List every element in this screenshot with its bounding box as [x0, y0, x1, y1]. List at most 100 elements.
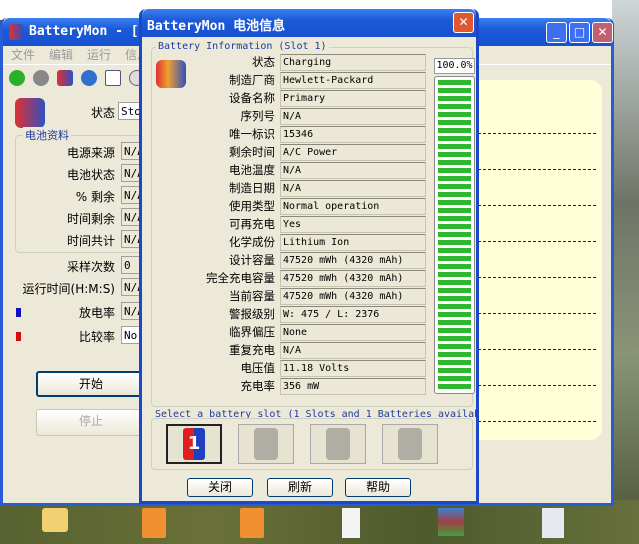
info-label: 临界偏压 [229, 325, 275, 339]
dialog-close-button[interactable]: ✕ [453, 12, 474, 33]
info-row: 制造日期 N/A [152, 180, 474, 197]
discharge-color-swatch [16, 308, 21, 317]
battery-info-label: 时间共计 [66, 234, 115, 248]
info-row: 重复充电 N/A [152, 342, 474, 359]
empty-slot-icon [254, 428, 278, 460]
battery-slot-4[interactable] [382, 424, 438, 464]
info-label: 完全充电容量 [206, 271, 275, 285]
battery-info-label: 时间剩余 [66, 212, 115, 226]
info-row: 序列号 N/A [152, 108, 474, 125]
battery-icon[interactable] [57, 70, 73, 86]
battery-info-label: 电池状态 [66, 168, 115, 182]
battery-slot-3[interactable] [310, 424, 366, 464]
refresh-button[interactable]: 刷新 [267, 478, 333, 497]
maximize-button[interactable]: □ [569, 22, 590, 43]
battery-info-label: 电源来源 [66, 146, 115, 160]
gear-info-icon[interactable] [81, 70, 97, 86]
dialog-titlebar[interactable]: BatteryMon 电池信息 [142, 9, 476, 37]
info-row: 充电率 356 mW [152, 378, 474, 395]
info-label: 制造日期 [229, 181, 275, 195]
stop-button[interactable]: 停止 [36, 409, 146, 436]
battery-icon [9, 24, 23, 40]
close-button[interactable]: ✕ [592, 22, 613, 43]
info-label: 状态 [252, 55, 275, 69]
battery-info-group-title: 电池资料 [23, 127, 71, 143]
battery-slot-1[interactable]: 1 [166, 424, 222, 464]
dialog-title: BatteryMon 电池信息 [147, 19, 286, 34]
battery-information-group: Battery Information (Slot 1) 状态 Charging 制… [151, 41, 475, 407]
group-title: Battery Information (Slot 1) [156, 41, 329, 52]
notepad-icon[interactable] [342, 508, 360, 538]
graph-gridline [478, 133, 596, 134]
info-label: 电池温度 [229, 163, 275, 177]
info-label: 唯一标识 [229, 127, 275, 141]
info-row: 唯一标识 15346 [152, 126, 474, 143]
info-row: 完全充电容量 47520 mWh (4320 mAh) [152, 270, 474, 287]
info-row: 电压值 11.18 Volts [152, 360, 474, 377]
info-row: 临界偏压 None [152, 324, 474, 341]
info-row: 使用类型 Normal operation [152, 198, 474, 215]
info-value: 47520 mWh (4320 mAh) [280, 252, 426, 269]
graph-gridline [478, 421, 596, 422]
desktop-icons [42, 508, 564, 538]
info-label: 序列号 [240, 109, 276, 123]
info-label: 充电率 [240, 379, 276, 393]
info-value: None [280, 324, 426, 341]
info-value: 47520 mWh (4320 mAh) [280, 288, 426, 305]
stat-label: 运行时间(H:M:S) [22, 282, 115, 296]
info-row: 可再充电 Yes [152, 216, 474, 233]
info-label: 设计容量 [229, 253, 275, 267]
stop-icon[interactable] [33, 70, 49, 86]
battery-info-label: % 剩余 [75, 190, 115, 204]
help-button[interactable]: 帮助 [345, 478, 411, 497]
info-row: 电池温度 N/A [152, 162, 474, 179]
info-value: Charging [280, 54, 426, 71]
png-file-icon[interactable] [142, 508, 166, 538]
graph-gridline [478, 169, 596, 170]
start-button[interactable]: 开始 [36, 371, 146, 397]
battery-slot-2[interactable] [238, 424, 294, 464]
info-row: 化学成份 Lithium Ion [152, 234, 474, 251]
folder-icon[interactable] [42, 508, 68, 532]
menu-run[interactable]: 运行 [87, 48, 111, 62]
battery-slot-icon: 1 [183, 428, 205, 460]
main-title: BatteryMon - [ [29, 24, 139, 39]
info-label: 剩余时间 [229, 145, 275, 159]
close-dialog-button[interactable]: 关闭 [187, 478, 253, 497]
graph-gridline [478, 277, 596, 278]
info-label: 制造厂商 [229, 73, 275, 87]
config-file-icon[interactable] [542, 508, 564, 538]
info-label: 可再充电 [229, 217, 275, 231]
info-label: 化学成份 [229, 235, 275, 249]
minimize-button[interactable]: _ [546, 22, 567, 43]
battery-info-dialog: BatteryMon 电池信息 ✕ Battery Information (S… [139, 9, 479, 504]
winrar-icon[interactable] [438, 508, 464, 536]
info-value: Primary [280, 90, 426, 107]
info-label: 警报级别 [229, 307, 275, 321]
stat-label: 采样次数 [66, 260, 115, 274]
menu-edit[interactable]: 编辑 [49, 48, 73, 62]
checklist-icon[interactable] [105, 70, 121, 86]
info-row: 设计容量 47520 mWh (4320 mAh) [152, 252, 474, 269]
info-value: N/A [280, 162, 426, 179]
png-file-icon[interactable] [240, 508, 264, 538]
info-value: Normal operation [280, 198, 426, 215]
info-row: 状态 Charging [152, 54, 474, 71]
check-icon[interactable] [9, 70, 25, 86]
info-value: 15346 [280, 126, 426, 143]
info-value: Yes [280, 216, 426, 233]
graph-panel [478, 80, 602, 440]
info-value: N/A [280, 342, 426, 359]
info-label: 电压值 [240, 361, 276, 375]
info-label: 重复充电 [229, 343, 275, 357]
info-row: 当前容量 47520 mWh (4320 mAh) [152, 288, 474, 305]
graph-gridline [478, 385, 596, 386]
menu-file[interactable]: 文件 [11, 48, 35, 62]
info-row: 设备名称 Primary [152, 90, 474, 107]
info-label: 使用类型 [229, 199, 275, 213]
compare-color-swatch [16, 332, 21, 341]
info-value: 11.18 Volts [280, 360, 426, 377]
empty-slot-icon [326, 428, 350, 460]
desktop-wallpaper [612, 0, 639, 505]
info-value: A/C Power [280, 144, 426, 161]
